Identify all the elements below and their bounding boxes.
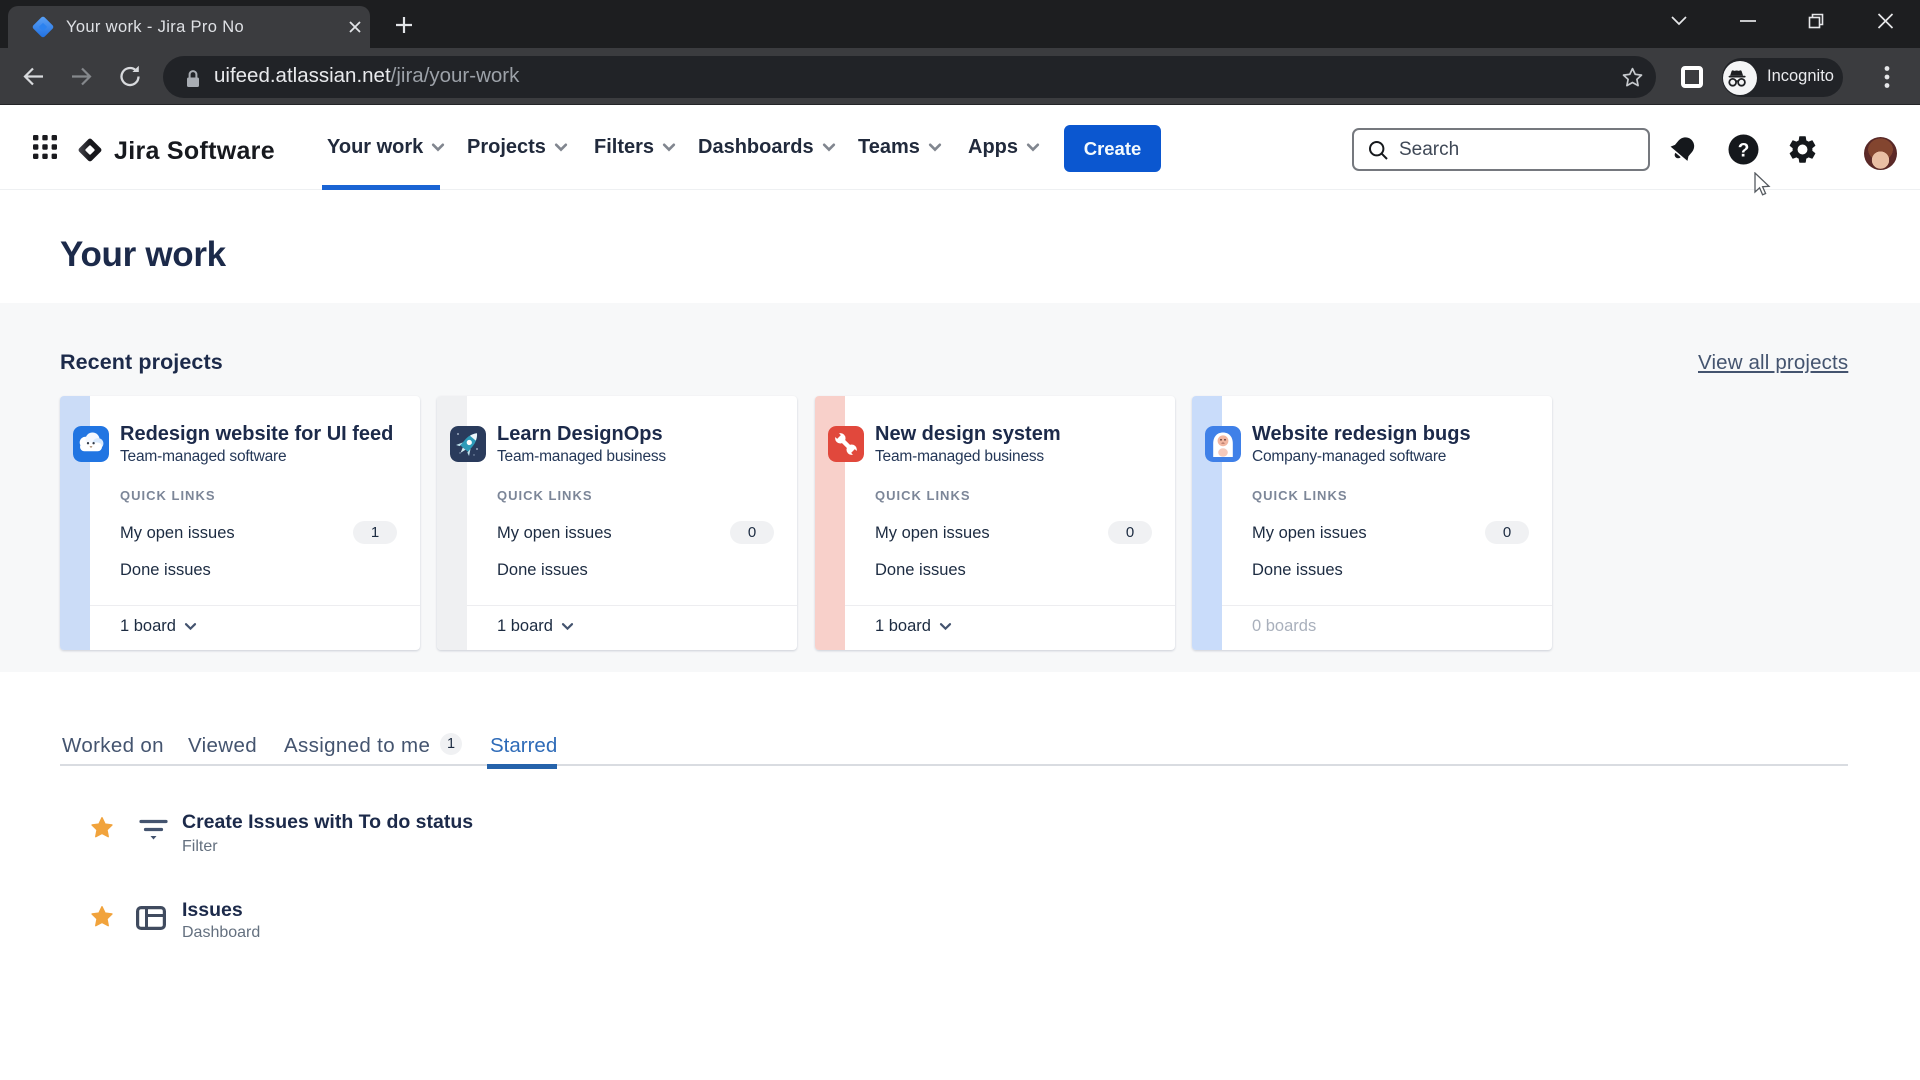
- svg-text:?: ?: [1738, 141, 1750, 162]
